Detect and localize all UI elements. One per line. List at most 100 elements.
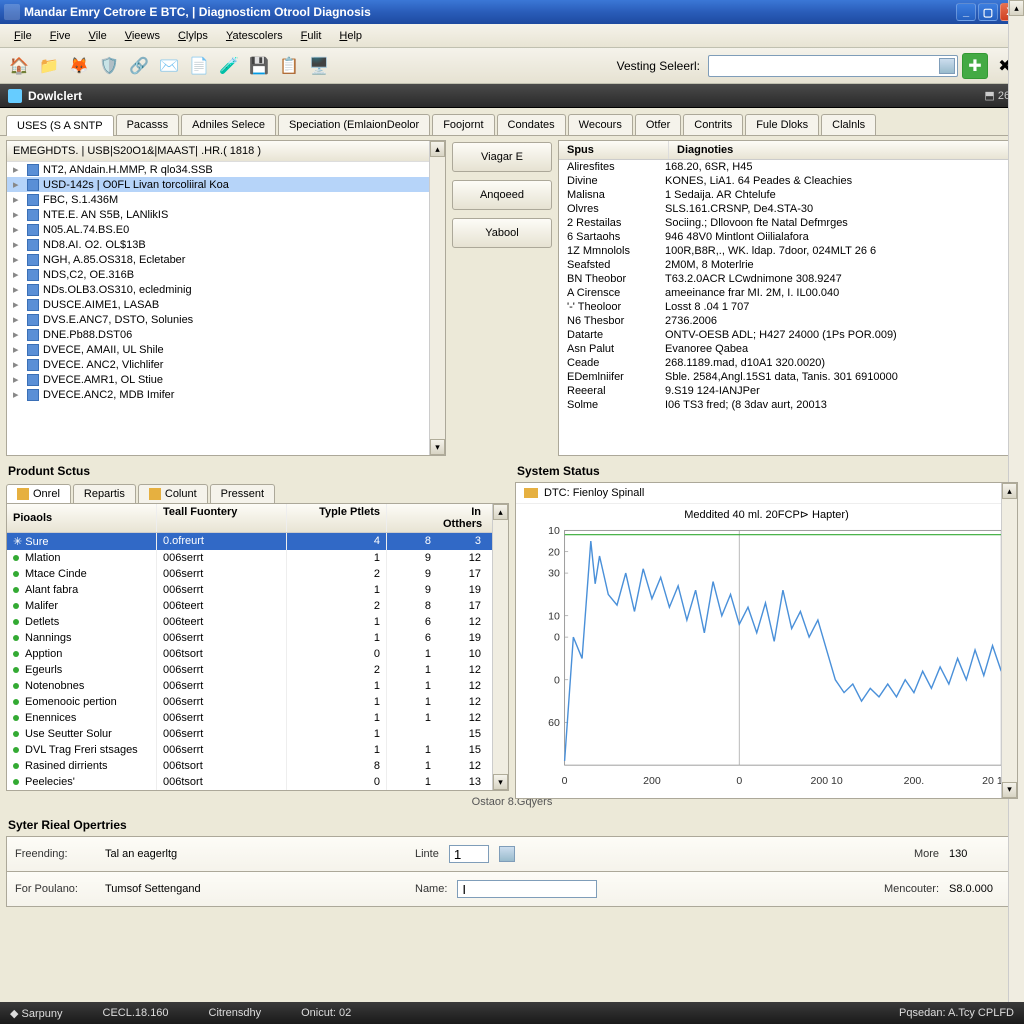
yabool-button[interactable]: Yabool [452,218,552,248]
tree-item[interactable]: ▸DVECE.ANC2, MDB Imifer [7,387,445,402]
menu-help[interactable]: Help [331,27,370,45]
diag-row[interactable]: Ceade268.1189.mad, d10A1 320.0020) [559,356,1017,370]
table-row[interactable]: Mlation006serrt1912 [7,550,508,566]
chevron-down-icon[interactable] [939,58,955,74]
maximize-button[interactable]: ▢ [978,3,998,21]
linte-input[interactable] [449,845,489,863]
tree-item[interactable]: ▸NDs.OLB3.OS310, ecledminig [7,282,445,297]
tree-item[interactable]: ▸DNE.Pb88.DST06 [7,327,445,342]
mail-icon[interactable]: ✉️ [156,53,182,79]
tree-item[interactable]: ▸DVECE.AMR1, OL Stiue [7,372,445,387]
grid-col-in-others[interactable]: In Otthers [437,504,487,532]
diag-row[interactable]: 6 Sartaohs946 48V0 Mintlont Oiilialafora [559,230,1017,244]
table-row[interactable]: Malifer006teert2817 [7,598,508,614]
grid-col-teall[interactable]: Teall Fuontery [157,504,287,532]
form-icon[interactable]: 📋 [276,53,302,79]
diag-row[interactable]: BN TheoborT63.2.0ACR LCwdnimone 308.9247 [559,272,1017,286]
table-row[interactable]: Enennices006serrt1112 [7,710,508,726]
table-row[interactable]: Use Seutter Solur006serrt115 [7,726,508,742]
tab-2[interactable]: Adniles Selece [181,114,276,135]
menu-views[interactable]: Vieews [117,27,168,45]
tab-9[interactable]: Fule Dloks [745,114,819,135]
diag-row[interactable]: '-' TheoloorLosst 8 .04 1 707 [559,300,1017,314]
diag-row[interactable]: N6 Thesbor2736.2006 [559,314,1017,328]
tree-item[interactable]: ▸DVS.E.ANC7, DSTO, Solunies [7,312,445,327]
tree-scrollbar[interactable]: ▴ ▾ [429,141,445,455]
table-row[interactable]: Nannings006serrt1619 [7,630,508,646]
tab-5[interactable]: Condates [497,114,566,135]
diag-row[interactable]: Reeeral9.S19 124-IANJPer [559,384,1017,398]
subtab-2[interactable]: Colunt [138,484,208,503]
selector-combo[interactable] [708,55,958,77]
tab-0[interactable]: USES (S A SNTP [6,115,114,136]
grid-col-pioaols[interactable]: Pioaols [7,504,157,532]
scroll-up-icon[interactable]: ▴ [1009,0,1024,16]
diag-row[interactable]: OlvresSLS.161.CRSNP, De4.STA-30 [559,202,1017,216]
table-row[interactable]: DVL Trag Freri stsages006serrt1115 [7,742,508,758]
table-row[interactable]: ✳ Sure0.ofreurt483 [7,533,508,550]
table-row[interactable]: Peelecies'006tsort0113 [7,774,508,790]
scroll-up-icon[interactable]: ▴ [430,141,445,157]
add-icon[interactable]: ✚ [962,53,988,79]
tab-6[interactable]: Wecours [568,114,633,135]
grid-scrollbar[interactable]: ▴ ▾ [492,504,508,790]
menu-file[interactable]: File [6,27,40,45]
diag-row[interactable]: Malisna1 Sedaija. AR Chtelufe [559,188,1017,202]
tab-7[interactable]: Otfer [635,114,681,135]
tree-item[interactable]: ▸NGH, A.85.OS318, Ecletaber [7,252,445,267]
tree-item[interactable]: ▸N05.AL.74.BS.E0 [7,222,445,237]
tree-item[interactable]: ▸DVECE, AMAII, UL Shile [7,342,445,357]
tree-item[interactable]: ▸NTE.E. AN S5B, LANlikIS [7,207,445,222]
home-icon[interactable]: 🏠 [6,53,32,79]
scroll-down-icon[interactable]: ▾ [1002,782,1017,798]
diag-row[interactable]: Asn PalutEvanoree Qabea [559,342,1017,356]
tab-3[interactable]: Speciation (EmlaionDeolor [278,114,430,135]
subtab-3[interactable]: Pressent [210,484,275,503]
diag-row[interactable]: SolmeI06 TS3 fred; (8 3dav aurt, 20013 [559,398,1017,412]
diag-row[interactable]: Aliresfites168.20, 6SR, H45 [559,160,1017,174]
anqoeed-button[interactable]: Anqoeed [452,180,552,210]
stepper-icon[interactable] [499,846,515,862]
tree-item[interactable]: ▸ND8.AI. O2. OL$13B [7,237,445,252]
tree-item[interactable]: ▸DVECE. ANC2, Vlichlifer [7,357,445,372]
grid-col-typle[interactable]: Typle Ptlets [287,504,387,532]
table-row[interactable]: Eomenooic pertion006serrt1112 [7,694,508,710]
tree-item[interactable]: ▸FBC, S.1.436M [7,192,445,207]
tab-1[interactable]: Pacasss [116,114,180,135]
menu-fulit[interactable]: Fulit [293,27,330,45]
link-icon[interactable]: 🔗 [126,53,152,79]
folder-icon[interactable]: 📁 [36,53,62,79]
save-icon[interactable]: 💾 [246,53,272,79]
firefox-icon[interactable]: 🦊 [66,53,92,79]
tree-item[interactable]: ▸NT2, ANdain.H.MMP, R qlo34.SSB [7,162,445,177]
scroll-up-icon[interactable]: ▴ [493,504,508,520]
diag-row[interactable]: DivineKONES, LiA1. 64 Peades & Cleachies [559,174,1017,188]
tab-10[interactable]: Clalnls [821,114,876,135]
shield-icon[interactable]: 🛡️ [96,53,122,79]
monitor-icon[interactable]: 🖥️ [306,53,332,79]
menu-yatescolers[interactable]: Yatescolers [218,27,291,45]
diag-row[interactable]: EDemlniiferSble. 2584,Angl.15S1 data, Ta… [559,370,1017,384]
chart-scrollbar[interactable]: ▴ ▾ [1001,483,1017,798]
document-icon[interactable]: 📄 [186,53,212,79]
table-row[interactable]: Mtace Cinde006serrt2917 [7,566,508,582]
table-row[interactable]: Egeurls006serrt2112 [7,662,508,678]
diag-row[interactable]: 2 RestailasSociing.; Dllovoon fte Natal … [559,216,1017,230]
diag-row[interactable]: A Cirensceameeinance frar MI. 2M, I. IL0… [559,286,1017,300]
table-row[interactable]: Apption006tsort0110 [7,646,508,662]
tab-4[interactable]: Foojornt [432,114,494,135]
subtab-0[interactable]: Onrel [6,484,71,503]
flask-icon[interactable]: 🧪 [216,53,242,79]
viagar-button[interactable]: Viagar E [452,142,552,172]
menu-clyps[interactable]: Clylps [170,27,216,45]
tree-item[interactable]: ▸NDS,C2, OE.316B [7,267,445,282]
diag-row[interactable]: Seafsted2M0M, 8 Moterlrie [559,258,1017,272]
scroll-down-icon[interactable]: ▾ [430,439,445,455]
scroll-up-icon[interactable]: ▴ [1002,483,1017,499]
subtab-1[interactable]: Repartis [73,484,136,503]
diag-row[interactable]: 1Z Mmnolols100R,B8R,., WK. ldap. 7door, … [559,244,1017,258]
menu-five[interactable]: Five [42,27,79,45]
tab-8[interactable]: Contrits [683,114,743,135]
name-input[interactable] [457,880,597,898]
table-row[interactable]: Rasined dirrients006tsort8112 [7,758,508,774]
